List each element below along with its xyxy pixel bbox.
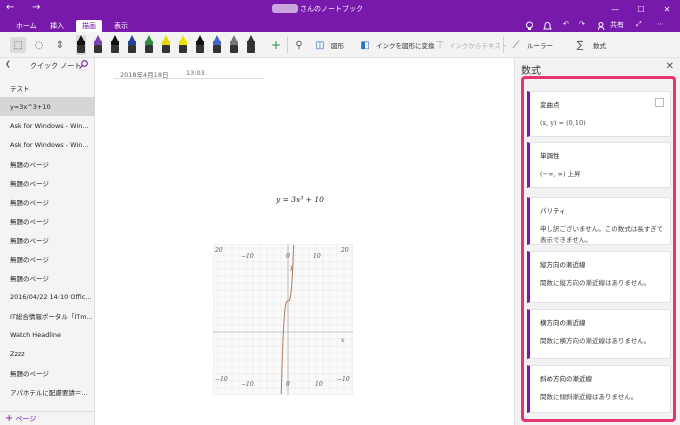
page-list-item[interactable]: 無題のページ (0, 249, 95, 268)
close-icon[interactable]: ✕ (666, 61, 674, 72)
ink-to-text-button: インクからテキスト (449, 42, 508, 50)
chevron-left-icon[interactable]: ❮ (5, 60, 11, 68)
share-icon[interactable] (598, 22, 607, 30)
x-tick-label: −10 (241, 253, 254, 260)
pen-tool[interactable] (195, 35, 205, 55)
page-list-item[interactable]: 無題のページ (0, 363, 95, 382)
page-list-item[interactable]: テスト (0, 78, 95, 97)
add-space-icon[interactable]: ⇕ (52, 37, 68, 53)
math-pane: 数式 ✕ 変曲点 (x, y) = (0,10) 単調性 (−∞, ∞) 上昇 パリティ… (514, 58, 680, 425)
equation-text[interactable]: y = 3x³ + 10 (276, 195, 324, 204)
user-name-redacted (272, 4, 298, 13)
ruler-button[interactable]: ルーラー (527, 40, 553, 50)
x-tick-label: 10 (313, 253, 321, 260)
corner-label-bottom-left: −10 (215, 376, 228, 383)
ribbon-tabs: ホーム 挿入 描画 表示 ↶ ↷ 共有 ⤢ ⋯ (0, 18, 680, 32)
corner-label-bottom-right: −10 (337, 376, 350, 383)
undo-icon[interactable]: ↶ (563, 20, 569, 28)
x-tick-label: 0 (286, 253, 290, 260)
more-options-icon[interactable]: ⋯ (657, 20, 664, 28)
tab-view[interactable]: 表示 (108, 20, 134, 32)
page-list: テスト y=3x^3+10 Ask for Windows - Win... Ask … (0, 78, 95, 401)
page-list-item[interactable]: Watch Headline (0, 325, 95, 344)
share-button[interactable]: 共有 (610, 20, 624, 30)
x-tick-label: 0 (286, 381, 290, 388)
back-icon[interactable]: ← (6, 2, 14, 13)
lasso-select-icon[interactable]: ◌ (31, 37, 47, 53)
toolbar-separator (503, 37, 504, 53)
page-list-item[interactable]: y=3x^3+10 (0, 97, 95, 116)
ink-to-shape-icon[interactable]: ◧ (357, 37, 373, 53)
pen-tool[interactable] (93, 35, 103, 55)
corner-label-top-left: 20 (214, 247, 223, 254)
forward-icon[interactable]: → (32, 2, 40, 13)
plus-icon: + (5, 413, 14, 424)
corner-label-top-right: 20 (340, 247, 349, 254)
page-list-item[interactable]: 無題のページ (0, 268, 95, 287)
ink-to-shape-button[interactable]: インクを図形に変換 (376, 40, 435, 50)
ruler-icon[interactable]: ⟋ (508, 37, 524, 53)
page-list-item[interactable]: 2016/04/22 14:10 Offic... (0, 287, 95, 306)
x-tick-label: −10 (241, 381, 254, 388)
pen-tool[interactable] (76, 35, 86, 55)
pen-tool[interactable] (110, 35, 120, 55)
page-list-item[interactable]: IT総合情報ポータル「ITm... (0, 306, 95, 325)
page-time: 13:03 (186, 69, 205, 77)
ink-replay-icon[interactable]: ⚲ (291, 37, 307, 53)
page-list-item[interactable]: Ask for Windows - Win... (0, 116, 95, 135)
math-icon[interactable]: ∑ (572, 37, 588, 53)
pen-tool[interactable] (246, 35, 256, 55)
section-header: ❮ クイック ノート (0, 58, 94, 72)
close-button[interactable]: ✕ (654, 0, 680, 18)
select-objects-icon[interactable]: ⬚ (10, 37, 26, 53)
page-canvas[interactable]: 2018年4月18日 13:03 y = 3x³ + 10 20 20 −10 … (96, 58, 513, 425)
pen-tool[interactable] (144, 35, 154, 55)
page-list-item[interactable]: 無題のページ (0, 230, 95, 249)
tab-home[interactable]: ホーム (10, 20, 43, 32)
page-list-item[interactable]: 無題のページ (0, 173, 95, 192)
toolbar-separator (287, 37, 288, 53)
redo-icon[interactable]: ↷ (579, 20, 585, 28)
ink-to-text-icon: ⊤ (435, 39, 445, 51)
search-icon[interactable] (79, 60, 88, 69)
page-list-item[interactable]: 無題のページ (0, 211, 95, 230)
add-page-label: ページ (15, 414, 37, 423)
page-list-item[interactable]: アパホテルに配慮要請＝... (0, 382, 95, 401)
shapes-icon[interactable]: ◫ (312, 37, 328, 53)
window-title: さんのノートブック (300, 5, 363, 13)
title-bar: ← → さんのノートブック — ☐ ✕ (0, 0, 680, 18)
tab-draw[interactable]: 描画 (76, 20, 102, 32)
bell-icon[interactable] (543, 21, 552, 31)
maximize-button[interactable]: ☐ (628, 0, 654, 18)
pen-tool[interactable] (212, 35, 222, 55)
page-list-item[interactable]: Zzzz (0, 344, 95, 363)
pen-tool[interactable] (127, 35, 137, 55)
shapes-button[interactable]: 図形 (331, 40, 344, 50)
section-name: クイック ノート (30, 62, 82, 70)
pen-tool[interactable] (161, 35, 171, 55)
add-page-button[interactable]: + ページ (0, 411, 95, 425)
draw-toolbar: ⬚ ◌ ⇕ + ⚲ ◫ 図形 ◧ インクを図形に変換 ⊤ インクからテキスト ⟋… (0, 32, 680, 58)
add-pen-icon[interactable]: + (268, 37, 284, 53)
fullscreen-icon[interactable]: ⤢ (636, 20, 642, 29)
page-list-item[interactable]: Ask for Windows - Win... (0, 135, 95, 154)
lightbulb-icon[interactable] (525, 21, 534, 31)
x-tick-label: 10 (315, 381, 323, 388)
page-list-item[interactable]: 無題のページ (0, 192, 95, 211)
math-button[interactable]: 数式 (593, 40, 606, 50)
math-pane-title: 数式 (521, 66, 541, 77)
minimize-button[interactable]: — (602, 0, 628, 18)
pen-tool[interactable] (178, 35, 188, 55)
function-graph[interactable]: 20 20 −10 −10 −10 0 10 −10 0 10 y x (213, 244, 353, 395)
title-underline (114, 78, 264, 79)
tab-insert[interactable]: 挿入 (44, 20, 70, 32)
page-list-pane: ❮ クイック ノート テスト y=3x^3+10 Ask for Windows -… (0, 58, 95, 425)
pen-tool[interactable] (229, 35, 239, 55)
highlight-frame (521, 76, 676, 422)
window-controls: — ☐ ✕ (602, 0, 680, 18)
page-list-item[interactable]: 無題のページ (0, 154, 95, 173)
